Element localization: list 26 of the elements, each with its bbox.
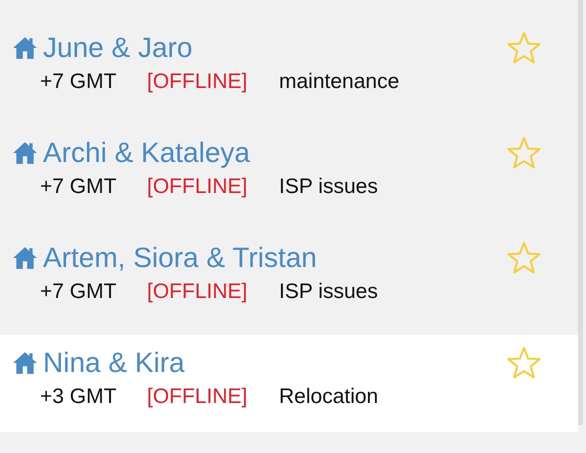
- star-icon[interactable]: [506, 241, 542, 275]
- home-icon: [12, 141, 38, 165]
- star-icon[interactable]: [506, 31, 542, 65]
- status-label: [OFFLINE]: [147, 174, 248, 200]
- contact-row[interactable]: Archi & Kataleya +7 GMT [OFFLINE] ISP issues: [0, 125, 578, 222]
- home-icon: [12, 36, 38, 60]
- timezone-label: +7 GMT: [40, 174, 118, 200]
- home-icon: [12, 246, 38, 270]
- timezone-label: +7 GMT: [40, 279, 118, 305]
- note-label: Relocation: [279, 384, 378, 410]
- timezone-label: +7 GMT: [40, 69, 118, 95]
- contact-row[interactable]: June & Jaro +7 GMT [OFFLINE] maintenance: [0, 20, 578, 117]
- home-icon: [12, 351, 38, 375]
- contact-name[interactable]: Nina & Kira: [43, 345, 185, 381]
- status-label: [OFFLINE]: [147, 279, 248, 305]
- star-icon[interactable]: [506, 136, 542, 170]
- note-label: ISP issues: [279, 174, 378, 200]
- contact-row[interactable]: Nina & Kira +3 GMT [OFFLINE] Relocation: [0, 335, 578, 432]
- star-icon[interactable]: [506, 346, 542, 380]
- note-label: ISP issues: [279, 279, 378, 305]
- timezone-label: +3 GMT: [40, 384, 118, 410]
- note-label: maintenance: [279, 69, 400, 95]
- scrollbar[interactable]: [578, 0, 583, 425]
- status-label: [OFFLINE]: [147, 69, 248, 95]
- status-label: [OFFLINE]: [147, 384, 248, 410]
- contact-row[interactable]: Artem, Siora & Tristan +7 GMT [OFFLINE] ISP issues: [0, 230, 578, 327]
